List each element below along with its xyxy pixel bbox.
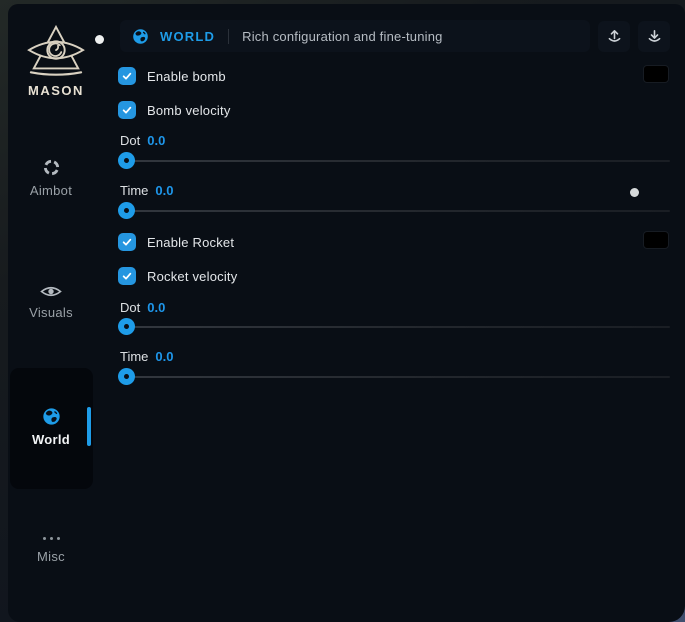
slider-value: 0.0 — [155, 349, 173, 364]
download-icon — [646, 28, 663, 45]
bomb-time-slider-track[interactable] — [120, 210, 670, 212]
sidebar-item-misc[interactable]: Misc — [0, 537, 102, 564]
bomb-dot-slider-track[interactable] — [120, 160, 670, 162]
bomb-velocity-row: Bomb velocity — [118, 101, 231, 119]
sidebar-item-label: Visuals — [0, 305, 102, 320]
rocket-time-label-row: Time 0.0 — [120, 349, 173, 363]
rocket-dot-label-row: Dot 0.0 — [120, 300, 165, 314]
rocket-dot-slider-track[interactable] — [120, 326, 670, 328]
bomb-color-swatch[interactable] — [643, 65, 669, 83]
check-icon — [121, 104, 133, 116]
active-tab-indicator — [87, 407, 91, 446]
enable-bomb-checkbox[interactable] — [118, 67, 136, 85]
enable-bomb-label: Enable bomb — [147, 69, 226, 84]
rocket-dot-slider-handle[interactable] — [118, 318, 135, 335]
rocket-velocity-label: Rocket velocity — [147, 269, 237, 284]
slider-label: Dot — [120, 300, 140, 315]
slider-value: 0.0 — [155, 183, 173, 198]
rocket-time-slider-track[interactable] — [120, 376, 670, 378]
sidebar-item-label: Aimbot — [0, 183, 102, 198]
rocket-color-swatch[interactable] — [643, 231, 669, 249]
check-icon — [121, 236, 133, 248]
app-root: MASON Aimbot Visuals World Misc — [0, 0, 685, 622]
enable-bomb-row: Enable bomb — [118, 67, 226, 85]
enable-rocket-checkbox[interactable] — [118, 233, 136, 251]
rocket-velocity-row: Rocket velocity — [118, 267, 237, 285]
bomb-time-slider-handle[interactable] — [118, 202, 135, 219]
globe-icon — [132, 28, 149, 45]
sidebar-item-label: Misc — [0, 549, 102, 564]
sidebar-item-visuals[interactable]: Visuals — [0, 284, 102, 320]
crosshair-icon — [42, 158, 61, 177]
check-icon — [121, 70, 133, 82]
ellipsis-icon — [0, 537, 102, 540]
upload-icon — [606, 28, 623, 45]
enable-rocket-label: Enable Rocket — [147, 235, 234, 250]
bomb-dot-slider-handle[interactable] — [118, 152, 135, 169]
cursor-dot — [630, 188, 639, 197]
eye-icon — [40, 284, 62, 299]
slider-label: Time — [120, 349, 148, 364]
rocket-time-slider-handle[interactable] — [118, 368, 135, 385]
mason-logo-icon — [27, 24, 85, 80]
slider-label: Time — [120, 183, 148, 198]
cursor-dot — [95, 35, 104, 44]
globe-icon — [42, 407, 61, 426]
bomb-dot-label-row: Dot 0.0 — [120, 133, 165, 147]
sidebar-item-aimbot[interactable]: Aimbot — [0, 158, 102, 198]
page-title: WORLD — [160, 29, 215, 44]
export-config-button[interactable] — [598, 21, 630, 52]
divider — [228, 29, 229, 44]
check-icon — [121, 270, 133, 282]
slider-value: 0.0 — [147, 133, 165, 148]
enable-rocket-row: Enable Rocket — [118, 233, 234, 251]
slider-label: Dot — [120, 133, 140, 148]
bomb-velocity-checkbox[interactable] — [118, 101, 136, 119]
import-config-button[interactable] — [638, 21, 670, 52]
rocket-velocity-checkbox[interactable] — [118, 267, 136, 285]
bomb-velocity-label: Bomb velocity — [147, 103, 231, 118]
page-subtitle: Rich configuration and fine-tuning — [242, 29, 442, 44]
brand-name: MASON — [0, 83, 112, 98]
slider-value: 0.0 — [147, 300, 165, 315]
bomb-time-label-row: Time 0.0 — [120, 183, 173, 197]
page-header: WORLD Rich configuration and fine-tuning — [120, 20, 590, 52]
